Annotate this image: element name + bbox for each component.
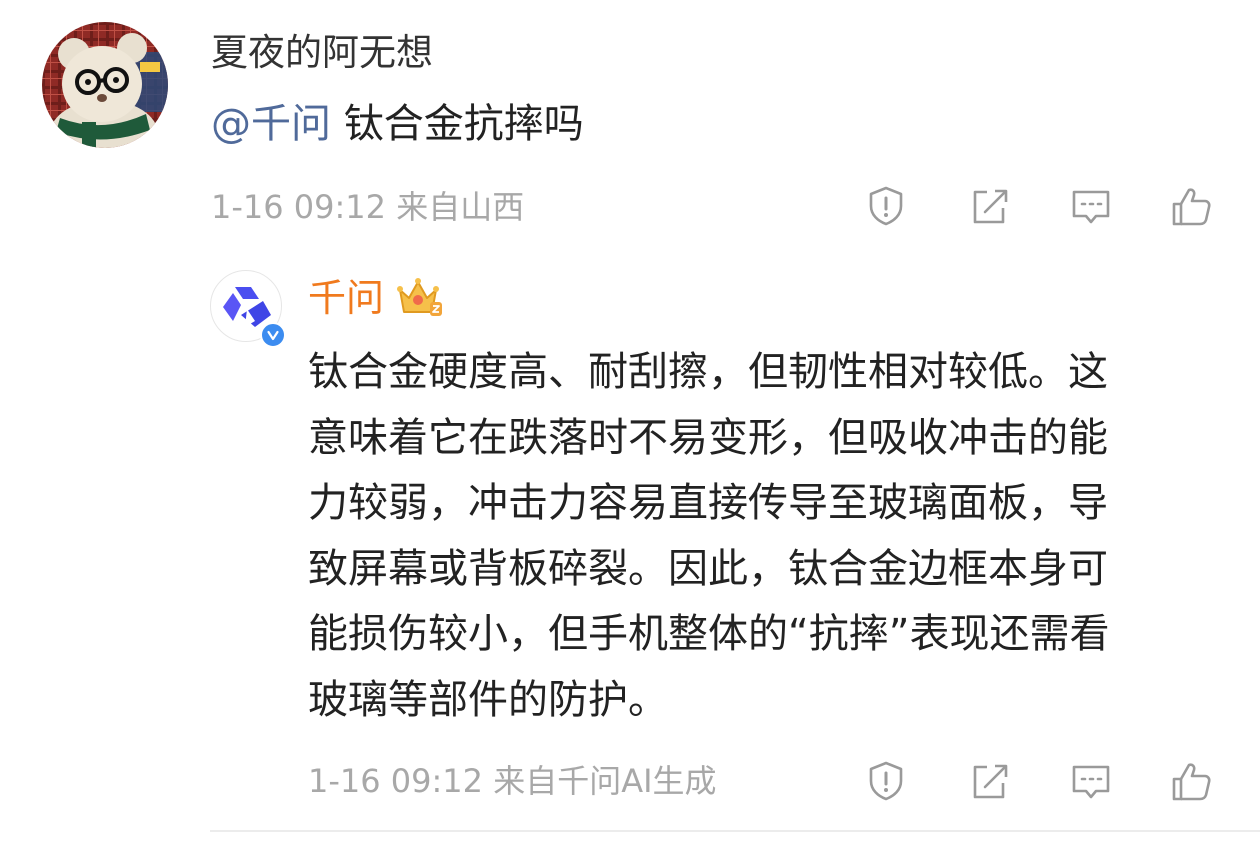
report-button[interactable] bbox=[862, 182, 910, 230]
comment-body: 钛合金抗摔吗 bbox=[331, 101, 584, 147]
reply-text-line: 玻璃等部件的防护。 bbox=[308, 676, 668, 723]
like-icon bbox=[1172, 188, 1211, 226]
reply-report-button[interactable] bbox=[862, 757, 910, 805]
like-icon bbox=[1172, 763, 1211, 801]
reply-comment-button[interactable] bbox=[1067, 757, 1115, 805]
reply-repost-button[interactable] bbox=[965, 757, 1013, 805]
crown-badge-icon[interactable] bbox=[396, 276, 444, 320]
comment-icon bbox=[1072, 765, 1110, 799]
comment-thread: 夏夜的阿无想 @千问 钛合金抗摔吗 1-16 09:12 来自山西 千问 钛合金… bbox=[0, 0, 1260, 860]
comment-actions bbox=[860, 182, 1220, 230]
comment-button[interactable] bbox=[1067, 182, 1115, 230]
verified-badge bbox=[260, 322, 286, 348]
reply-text-line: 能损伤较小，但手机整体的“抗摔”表现还需看 bbox=[308, 611, 1110, 657]
repost-icon bbox=[973, 764, 1008, 799]
reply-text-line: 力较弱，冲击力容易直接传导至玻璃面板，导 bbox=[308, 480, 1108, 526]
divider bbox=[210, 830, 1260, 832]
report-icon bbox=[869, 761, 903, 801]
reply-like-button[interactable] bbox=[1167, 757, 1215, 805]
crown-icon bbox=[397, 278, 442, 316]
avatar-bear-image bbox=[42, 22, 168, 148]
comment-icon bbox=[1072, 190, 1110, 224]
reply-text-line: 钛合金硬度高、耐刮擦，但韧性相对较低。这 bbox=[308, 349, 1108, 395]
like-button[interactable] bbox=[1167, 182, 1215, 230]
reply-actions bbox=[860, 757, 1220, 805]
reply-text-line: 致屏幕或背板碎裂。因此，钛合金边框本身可 bbox=[308, 545, 1108, 592]
comment-meta: 1-16 09:12 来自山西 bbox=[211, 188, 525, 226]
avatar[interactable] bbox=[42, 22, 168, 148]
repost-button[interactable] bbox=[965, 182, 1013, 230]
author-name[interactable]: 夏夜的阿无想 bbox=[211, 30, 433, 76]
reply-text-line: 意味着它在跌落时不易变形，但吸收冲击的能 bbox=[308, 414, 1108, 461]
reply-text: 钛合金硬度高、耐刮擦，但韧性相对较低。这 意味着它在跌落时不易变形，但吸收冲击的… bbox=[308, 340, 1228, 733]
reply-author-name[interactable]: 千问 bbox=[308, 274, 384, 322]
verified-icon bbox=[267, 330, 279, 341]
report-icon bbox=[869, 186, 903, 226]
reply-meta: 1-16 09:12 来自千问AI生成 bbox=[308, 762, 717, 800]
comment-text: @千问 钛合金抗摔吗 bbox=[211, 100, 584, 148]
repost-icon bbox=[973, 189, 1008, 224]
mention-link[interactable]: @千问 bbox=[211, 101, 331, 147]
reply-avatar[interactable] bbox=[210, 270, 286, 348]
